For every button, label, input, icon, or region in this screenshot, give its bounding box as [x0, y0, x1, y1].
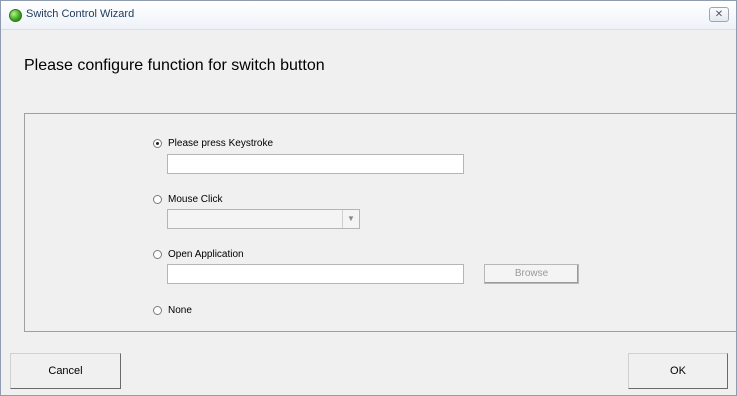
radio-mouse-click[interactable]: [153, 195, 162, 204]
label-keystroke: Please press Keystroke: [168, 138, 274, 149]
application-path-input[interactable]: [167, 264, 464, 284]
browse-button[interactable]: Browse: [484, 264, 579, 284]
label-none: None: [168, 305, 192, 316]
radio-open-application[interactable]: [153, 250, 162, 259]
mouse-click-dropdown[interactable]: ▼: [167, 209, 360, 229]
window-title: Switch Control Wizard: [26, 8, 135, 20]
switch-control-wizard-window: Switch Control Wizard ✕ Please configure…: [0, 0, 737, 396]
ok-button[interactable]: OK: [628, 353, 728, 389]
label-mouse-click: Mouse Click: [168, 194, 223, 205]
close-button[interactable]: ✕: [709, 7, 729, 22]
radio-none[interactable]: [153, 306, 162, 315]
title-bar: Switch Control Wizard ✕: [1, 1, 736, 30]
cancel-button[interactable]: Cancel: [10, 353, 121, 389]
app-icon: [9, 9, 22, 22]
radio-keystroke[interactable]: [153, 139, 162, 148]
page-header: Please configure function for switch but…: [24, 57, 325, 74]
keystroke-input[interactable]: [167, 154, 464, 174]
label-open-application: Open Application: [168, 249, 244, 260]
chevron-down-icon[interactable]: ▼: [342, 210, 359, 228]
options-group-box: [24, 113, 737, 332]
